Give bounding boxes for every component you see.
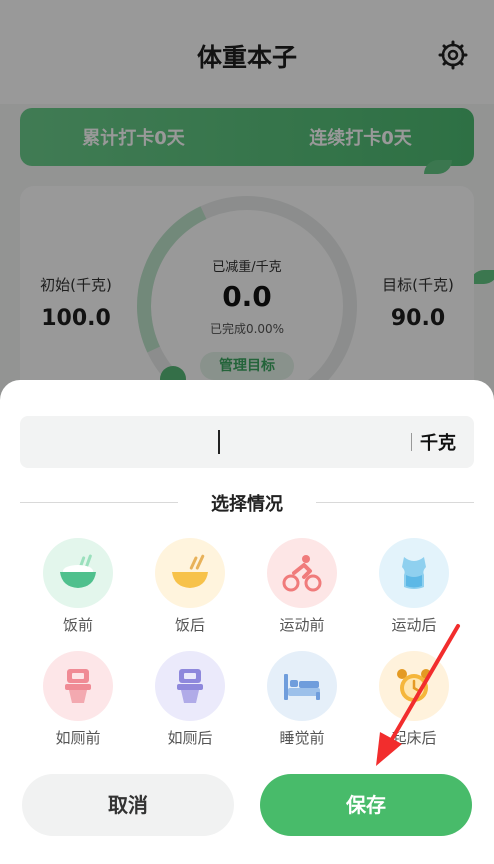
option-before-exercise[interactable]: 运动前: [257, 538, 347, 635]
save-button[interactable]: 保存: [260, 774, 472, 836]
toilet-icon: [177, 669, 203, 703]
option-label: 运动后: [391, 616, 437, 634]
option-circle: [155, 538, 225, 608]
weight-input-box[interactable]: 千克: [20, 416, 474, 468]
toilet-icon: [65, 669, 91, 703]
option-circle: [43, 538, 113, 608]
bowl-icon: [60, 554, 96, 588]
option-label: 如厕前: [55, 729, 101, 747]
option-circle: [155, 651, 225, 721]
weight-input[interactable]: [20, 416, 400, 468]
option-circle: [379, 651, 449, 721]
option-after-wakeup[interactable]: 起床后: [369, 651, 459, 748]
cycling-icon: [282, 555, 322, 592]
option-label: 起床后: [391, 729, 437, 747]
section-title: 选择情况: [211, 494, 283, 515]
shirt-icon: [402, 557, 426, 589]
option-before-meal[interactable]: 饭前: [33, 538, 123, 635]
option-after-exercise[interactable]: 运动后: [369, 538, 459, 635]
option-before-toilet[interactable]: 如厕前: [33, 651, 123, 748]
option-label: 睡觉前: [279, 729, 325, 747]
option-circle: [267, 538, 337, 608]
option-label: 如厕后: [167, 729, 213, 747]
bed-icon: [284, 674, 320, 700]
option-label: 运动前: [279, 616, 325, 634]
option-circle: [379, 538, 449, 608]
cancel-button[interactable]: 取消: [22, 774, 234, 836]
option-before-sleep[interactable]: 睡觉前: [257, 651, 347, 748]
option-after-toilet[interactable]: 如厕后: [145, 651, 235, 748]
divider-right: [316, 502, 474, 503]
unit-separator: [411, 433, 412, 451]
option-after-meal[interactable]: 饭后: [145, 538, 235, 635]
text-caret: [218, 430, 220, 454]
record-weight-sheet: 千克 选择情况 饭前 饭后 运动前 运动后 如厕前 如厕后 睡觉前 起床后 取消…: [0, 380, 494, 864]
alarm-clock-icon: [397, 669, 431, 702]
option-label: 饭后: [174, 616, 205, 634]
option-label: 饭前: [62, 616, 93, 634]
option-circle: [267, 651, 337, 721]
weight-unit: 千克: [420, 433, 456, 454]
option-circle: [43, 651, 113, 721]
bowl-icon: [172, 554, 208, 588]
